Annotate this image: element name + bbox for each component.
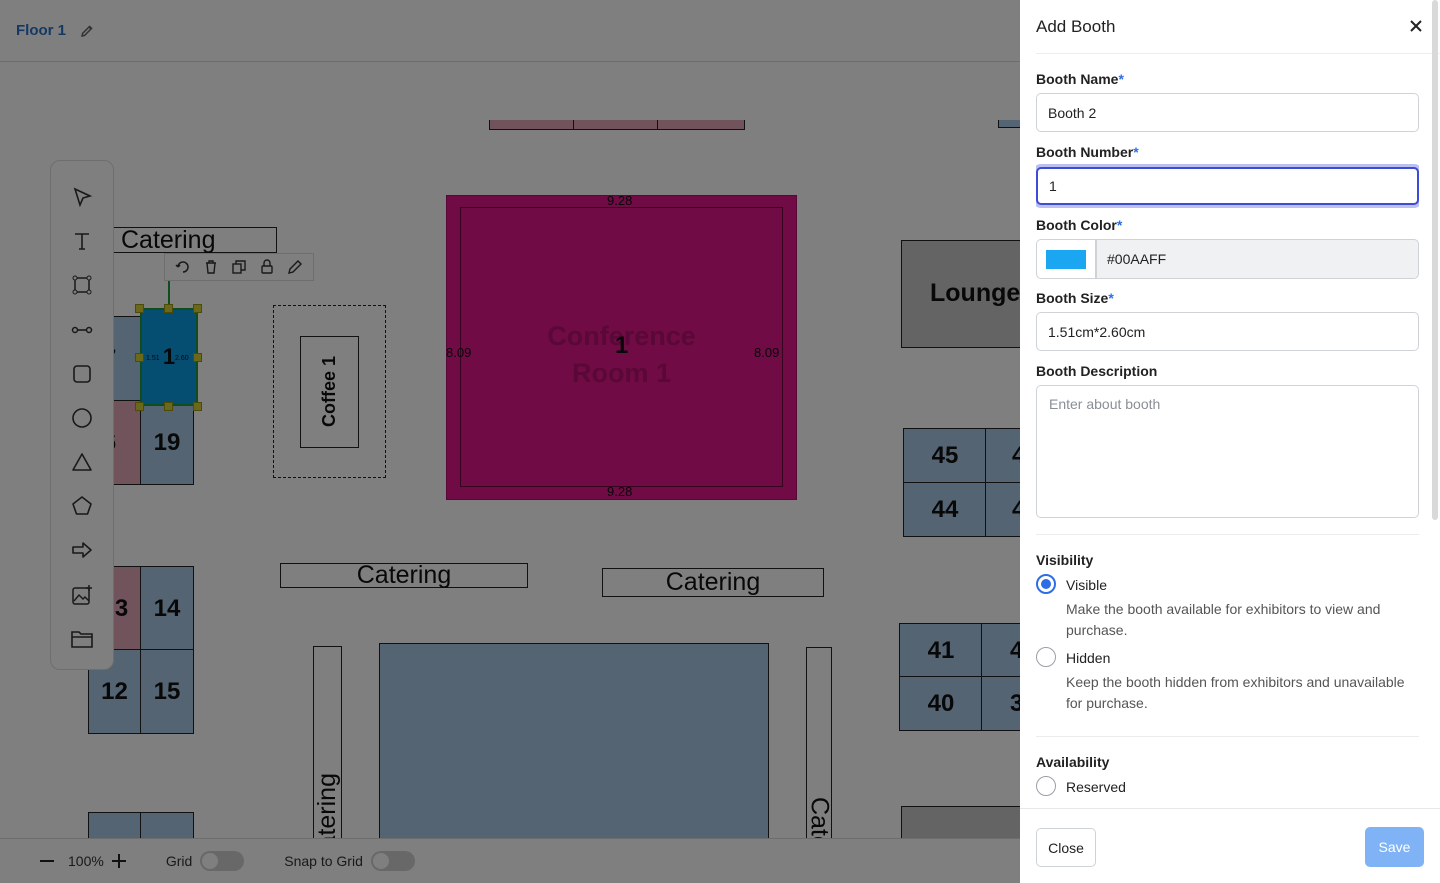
reserved-label[interactable]: Reserved [1066, 779, 1126, 795]
add-booth-drawer: Add Booth Booth Name* Booth Number* Boot… [1020, 0, 1440, 883]
required-marker: * [1116, 217, 1123, 233]
drawer-scrollbar[interactable] [1432, 0, 1438, 520]
visible-description: Make the booth available for exhibitors … [1066, 601, 1381, 638]
booth-size-label: Booth Size* [1036, 290, 1114, 306]
hidden-label[interactable]: Hidden [1066, 650, 1110, 666]
divider [1036, 534, 1419, 535]
booth-name-label: Booth Name* [1036, 71, 1124, 87]
hidden-radio[interactable] [1036, 647, 1056, 667]
drawer-body: Booth Name* Booth Number* Booth Color* #… [1036, 54, 1419, 808]
close-button[interactable]: Close [1036, 828, 1096, 867]
booth-name-input[interactable] [1036, 93, 1419, 132]
visible-radio[interactable] [1036, 574, 1056, 594]
availability-title: Availability [1036, 754, 1110, 770]
required-marker: * [1118, 71, 1124, 87]
booth-color-label: Booth Color* [1036, 217, 1123, 233]
required-marker: * [1108, 290, 1114, 306]
color-swatch [1046, 249, 1086, 269]
required-marker: * [1133, 144, 1139, 160]
booth-description-textarea[interactable]: Enter about booth [1036, 385, 1419, 518]
color-picker-button[interactable] [1036, 239, 1096, 279]
drawer-title: Add Booth [1036, 16, 1116, 36]
booth-size-input[interactable] [1036, 312, 1419, 351]
booth-color-input[interactable]: #00AAFF [1096, 239, 1419, 279]
drawer-header: Add Booth [1036, 0, 1440, 54]
booth-number-input[interactable] [1036, 167, 1419, 205]
divider [1036, 736, 1419, 737]
hidden-description: Keep the booth hidden from exhibitors an… [1066, 674, 1405, 711]
visibility-title: Visibility [1036, 552, 1094, 568]
booth-description-label: Booth Description [1036, 363, 1158, 379]
visible-label[interactable]: Visible [1066, 577, 1107, 593]
save-button[interactable]: Save [1365, 827, 1424, 867]
floor-plan-editor: Floor 1 Catering 7 6 19 1 1.51 2.60 [0, 0, 1020, 883]
reserved-radio[interactable] [1036, 776, 1056, 796]
modal-overlay[interactable] [0, 0, 1020, 883]
close-icon[interactable] [1408, 18, 1424, 34]
booth-number-label: Booth Number* [1036, 144, 1139, 160]
drawer-footer: Close Save [1020, 808, 1440, 883]
